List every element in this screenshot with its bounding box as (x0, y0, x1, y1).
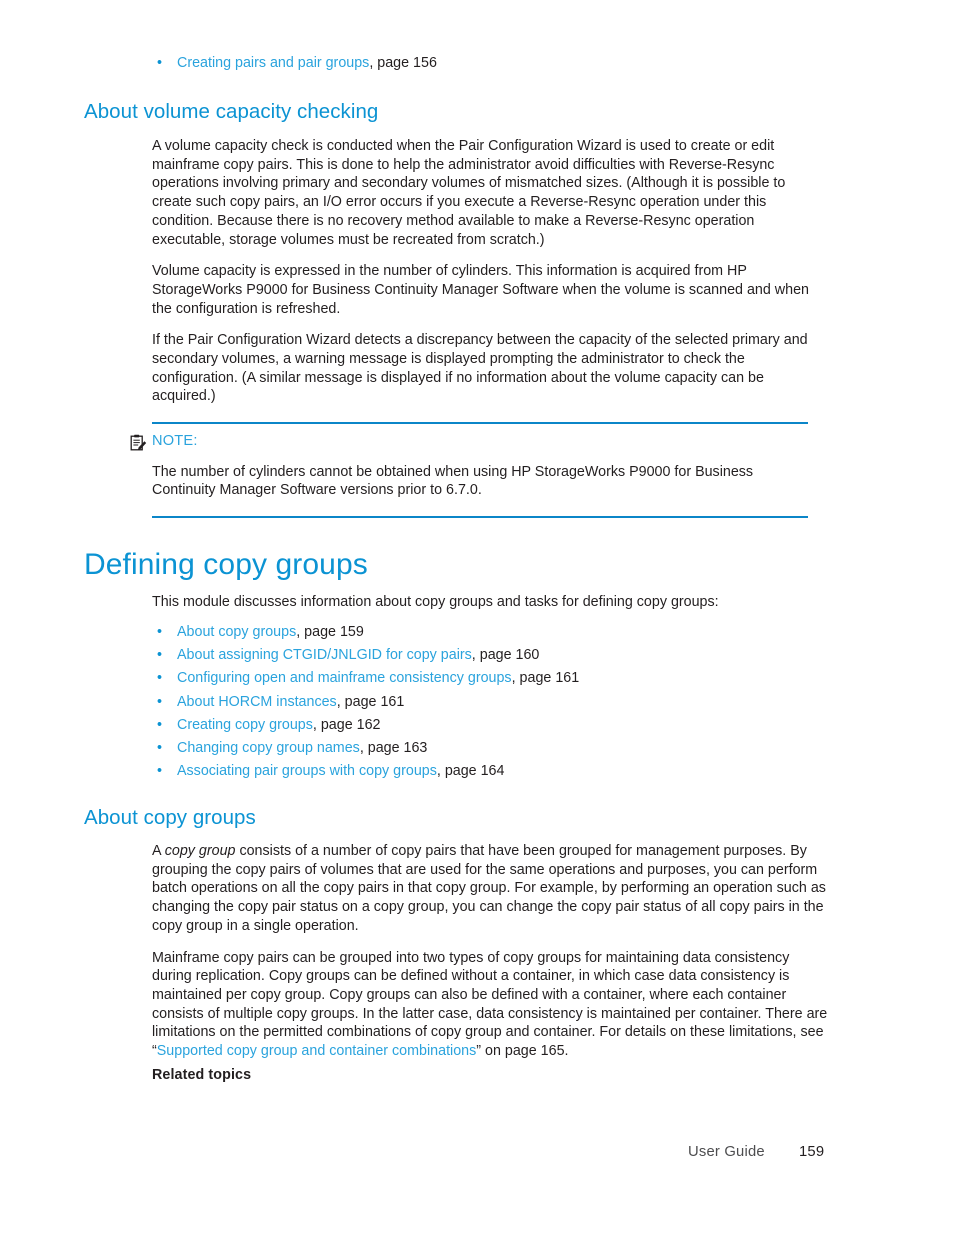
text-fragment: A (152, 843, 165, 859)
page-reference: , page 156 (369, 55, 437, 71)
page-reference: , page 162 (312, 716, 381, 733)
note-body: The number of cylinders cannot be obtain… (152, 463, 802, 500)
note-top-divider (152, 422, 808, 424)
paragraph: A volume capacity check is conducted whe… (152, 138, 786, 248)
bullet-icon: • (157, 647, 163, 663)
list-item: • About HORCM instances, page 161 (152, 691, 828, 714)
page-reference: , page 163 (359, 740, 428, 757)
note-label: NOTE: (152, 432, 198, 449)
footer-page-number: 159 (799, 1144, 825, 1160)
xref-link-configuring-consistency-groups[interactable]: Configuring open and mainframe consisten… (177, 670, 512, 686)
xref-link-about-horcm-instances[interactable]: About HORCM instances (177, 694, 337, 710)
bullet-icon: • (157, 55, 163, 71)
section-heading-about-copy-groups: About copy groups (84, 806, 256, 829)
page-reference: , page 160 (471, 647, 540, 663)
bullet-icon: • (157, 740, 163, 757)
list-item: • Associating pair groups with copy group… (152, 760, 828, 783)
xref-link-creating-copy-groups[interactable]: Creating copy groups (177, 717, 313, 733)
paragraph: A copy group consists of a number of cop… (152, 842, 828, 936)
page-reference: , page 161 (336, 693, 405, 710)
list-item: • Creating pairs and pair groups, page 15… (152, 52, 828, 75)
xref-link-about-copy-groups[interactable]: About copy groups (177, 624, 296, 640)
list-item: • About assigning CTGID/JNLGID for copy p… (152, 644, 828, 667)
chapter-intro: This module discusses information about … (152, 593, 828, 784)
page-footer: User Guide 159 (0, 1144, 954, 1166)
section-heading-about-volume-capacity-checking: About volume capacity checking (84, 100, 379, 123)
link-list: • Creating pairs and pair groups, page 15… (152, 52, 828, 75)
bullet-icon: • (157, 623, 163, 640)
note-admonition: NOTE: The number of cylinders cannot be … (130, 422, 808, 518)
note-text: The number of cylinders cannot be obtain… (152, 463, 754, 499)
paragraph: This module discusses information about … (152, 594, 719, 610)
xref-link-creating-pairs-and-pair-groups[interactable]: Creating pairs and pair groups (177, 55, 369, 71)
xref-link-supported-copy-group-and-container-combinations[interactable]: Supported copy group and container combi… (157, 1043, 477, 1059)
footer-guide-label: User Guide (688, 1144, 765, 1160)
bullet-icon: • (157, 693, 163, 710)
text-fragment: consists of a number of copy pairs that … (152, 843, 826, 934)
list-item: • Configuring open and mainframe consiste… (152, 667, 828, 690)
section-body-volume-capacity: A volume capacity check is conducted whe… (152, 137, 828, 406)
bullet-icon: • (157, 670, 163, 687)
section-body-about-copy-groups: A copy group consists of a number of cop… (152, 842, 828, 1061)
chapter-link-list: • About copy groups, page 159 • About assi… (152, 621, 828, 784)
document-page: • Creating pairs and pair groups, page 15… (0, 0, 954, 1235)
chapter-heading-defining-copy-groups: Defining copy groups (84, 548, 368, 581)
text-fragment: ” on page 165. (476, 1043, 569, 1060)
list-item: • Creating copy groups, page 162 (152, 714, 828, 737)
note-clipboard-icon (130, 434, 147, 452)
xref-link-changing-copy-group-names[interactable]: Changing copy group names (177, 740, 360, 756)
page-reference: , page 159 (296, 623, 364, 640)
paragraph: Volume capacity is expressed in the numb… (152, 263, 809, 317)
xref-link-about-assigning-ctgid-jnlgid[interactable]: About assigning CTGID/JNLGID for copy pa… (177, 647, 472, 663)
page-reference: , page 161 (511, 670, 580, 687)
bullet-icon: • (157, 763, 163, 780)
bullet-icon: • (157, 716, 163, 733)
top-link-list: • Creating pairs and pair groups, page 15… (152, 52, 828, 75)
paragraph: Mainframe copy pairs can be grouped into… (152, 949, 828, 1061)
paragraph: If the Pair Configuration Wizard detects… (152, 332, 808, 405)
page-reference: , page 164 (436, 763, 505, 780)
list-item: • Changing copy group names, page 163 (152, 737, 828, 760)
list-item: • About copy groups, page 159 (152, 621, 828, 644)
note-bottom-divider (152, 516, 808, 518)
related-topics-label: Related topics (152, 1067, 252, 1083)
note-header: NOTE: (130, 433, 808, 457)
xref-link-associating-pair-groups[interactable]: Associating pair groups with copy groups (177, 763, 437, 779)
glossary-term: copy group (164, 843, 236, 859)
